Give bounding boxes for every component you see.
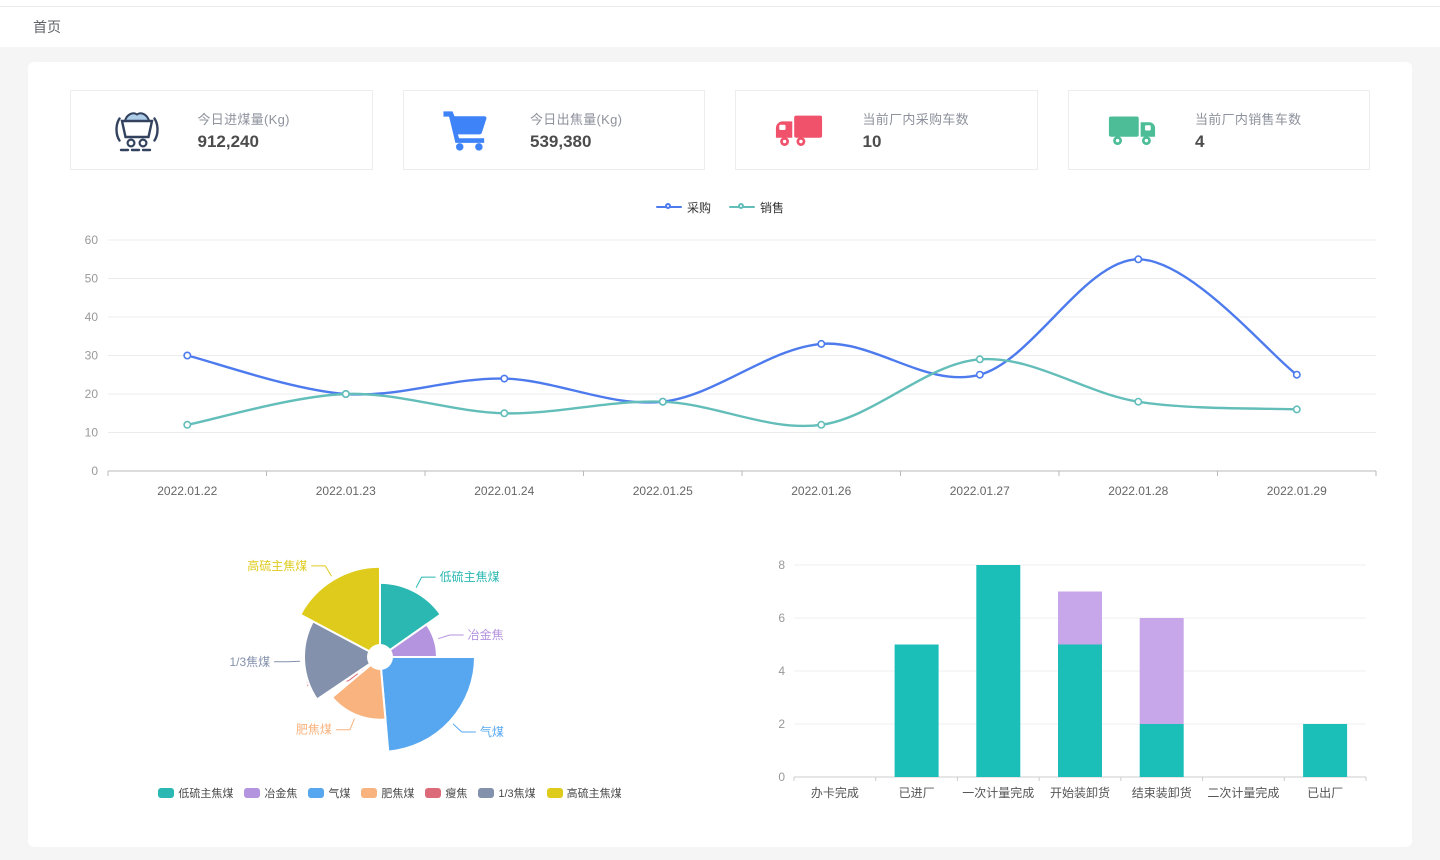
legend-label: 气煤 (328, 785, 350, 801)
svg-text:一次计量完成: 一次计量完成 (962, 785, 1034, 800)
legend-label: 高硫主焦煤 (567, 785, 622, 801)
pie-legend-item[interactable]: 肥焦煤 (361, 785, 414, 801)
purchase-truck-icon (774, 110, 834, 150)
legend-label: 销售 (760, 199, 784, 216)
svg-text:30: 30 (85, 349, 99, 363)
pie-legend-item[interactable]: 低硫主焦煤 (158, 785, 233, 801)
legend-label: 肥焦煤 (381, 785, 414, 801)
legend-label: 瘦焦 (445, 785, 467, 801)
svg-text:二次计量完成: 二次计量完成 (1207, 785, 1279, 800)
legend-label: 冶金焦 (264, 785, 297, 801)
legend-swatch-icon (158, 788, 174, 798)
legend-label: 低硫主焦煤 (178, 785, 233, 801)
svg-text:2022.01.24: 2022.01.24 (474, 484, 534, 498)
pie-legend-item[interactable]: 瘦焦 (425, 785, 467, 801)
legend-swatch-icon (308, 788, 324, 798)
svg-text:已出厂: 已出厂 (1307, 786, 1343, 800)
svg-text:4: 4 (778, 664, 785, 678)
pie-legend-item[interactable]: 气煤 (308, 785, 350, 801)
vehicle-status-bar-chart: 0 2 4 6 8 办卡完成 已进厂 一次计量完成 开始装卸货 结束装卸货二次计量完成 已出厂 (754, 547, 1384, 809)
purchase-sales-line-chart: 采购 销售 0 10 20 30 40 50 60 2022.01.22 2022.01.23 20… (50, 198, 1390, 511)
pie-chart-legend: 低硫主焦煤 冶金焦 气煤 肥焦煤 瘦焦 1/3焦煤 高硫主焦煤 (50, 785, 730, 801)
svg-text:2022.01.22: 2022.01.22 (157, 484, 217, 498)
legend-swatch-icon (361, 788, 377, 798)
main-panel: 今日进煤量(Kg) 912,240 今日出焦量(Kg) 539,380 (28, 62, 1412, 847)
stat-card-coke-out: 今日出焦量(Kg) 539,380 (403, 90, 706, 170)
stat-card-purchase-trucks: 当前厂内采购车数 10 (735, 90, 1038, 170)
stat-card-label: 今日出焦量(Kg) (530, 109, 690, 128)
stat-card-value: 4 (1195, 132, 1355, 152)
svg-text:2: 2 (778, 717, 785, 731)
svg-text:2022.01.29: 2022.01.29 (1267, 484, 1327, 498)
shopping-cart-icon (442, 108, 502, 152)
stat-card-label: 当前厂内采购车数 (863, 109, 1023, 128)
legend-swatch-icon (244, 788, 260, 798)
stat-card-value: 10 (863, 132, 1023, 152)
pie-chart-canvas: 低硫主焦煤冶金焦气煤肥焦煤瘦焦1/3焦煤高硫主焦煤 (50, 547, 730, 769)
pie-legend-item[interactable]: 1/3焦煤 (478, 785, 535, 801)
svg-text:气煤: 气煤 (480, 724, 504, 739)
breadcrumb: 首页 (0, 7, 1440, 47)
sales-truck-icon (1107, 110, 1167, 150)
svg-text:6: 6 (778, 611, 785, 625)
line-chart-canvas: 0 10 20 30 40 50 60 2022.01.22 2022.01.23 2022.01… (50, 226, 1390, 511)
svg-text:0: 0 (91, 464, 98, 478)
line-legend-item[interactable]: 销售 (729, 199, 784, 216)
stats-row: 今日进煤量(Kg) 912,240 今日出焦量(Kg) 539,380 (70, 90, 1370, 170)
bar-chart-canvas: 0 2 4 6 8 办卡完成 已进厂 一次计量完成 开始装卸货 结束装卸货二次计量完成 已出厂 (754, 551, 1374, 809)
legend-swatch-icon (547, 788, 563, 798)
svg-text:60: 60 (85, 233, 99, 247)
line-legend-item[interactable]: 采购 (656, 199, 711, 216)
svg-text:高硫主焦煤: 高硫主焦煤 (247, 558, 307, 573)
pie-legend-item[interactable]: 冶金焦 (244, 785, 297, 801)
page-content: 今日进煤量(Kg) 912,240 今日出焦量(Kg) 539,380 (0, 47, 1440, 859)
svg-text:开始装卸货: 开始装卸货 (1050, 785, 1110, 800)
svg-text:50: 50 (85, 272, 99, 286)
svg-text:冶金焦: 冶金焦 (468, 627, 504, 642)
svg-text:肥焦煤: 肥焦煤 (296, 723, 332, 737)
stat-card-label: 当前厂内销售车数 (1195, 109, 1355, 128)
svg-text:2022.01.23: 2022.01.23 (316, 484, 376, 498)
legend-label: 1/3焦煤 (498, 785, 535, 801)
svg-text:2022.01.25: 2022.01.25 (633, 484, 693, 498)
legend-swatch-icon (425, 788, 441, 798)
svg-text:结束装卸货: 结束装卸货 (1132, 785, 1192, 800)
legend-line-marker-icon (656, 203, 682, 212)
line-chart-legend: 采购 销售 (50, 198, 1390, 216)
bottom-charts-row: 低硫主焦煤冶金焦气煤肥焦煤瘦焦1/3焦煤高硫主焦煤 低硫主焦煤冶金焦气煤肥焦煤瘦… (50, 547, 1390, 809)
svg-text:2022.01.28: 2022.01.28 (1108, 484, 1168, 498)
stat-card-coal-in: 今日进煤量(Kg) 912,240 (70, 90, 373, 170)
top-border-strip (0, 0, 1440, 7)
stat-card-value: 912,240 (198, 132, 358, 152)
stat-card-sales-trucks: 当前厂内销售车数 4 (1068, 90, 1371, 170)
svg-text:已进厂: 已进厂 (899, 786, 935, 800)
svg-text:办卡完成: 办卡完成 (811, 785, 859, 800)
coal-type-rose-pie-chart: 低硫主焦煤冶金焦气煤肥焦煤瘦焦1/3焦煤高硫主焦煤 低硫主焦煤冶金焦气煤肥焦煤瘦… (50, 547, 730, 809)
legend-swatch-icon (478, 788, 494, 798)
svg-text:8: 8 (778, 558, 785, 572)
svg-text:20: 20 (85, 387, 99, 401)
svg-text:40: 40 (85, 310, 99, 324)
legend-label: 采购 (687, 199, 711, 216)
svg-text:2022.01.26: 2022.01.26 (791, 484, 851, 498)
stat-card-value: 539,380 (530, 132, 690, 152)
svg-text:2022.01.27: 2022.01.27 (950, 484, 1010, 498)
mine-cart-icon (109, 107, 169, 154)
svg-text:0: 0 (778, 770, 785, 784)
breadcrumb-home-link[interactable]: 首页 (33, 17, 61, 37)
stat-card-label: 今日进煤量(Kg) (198, 109, 358, 128)
svg-text:1/3焦煤: 1/3焦煤 (229, 655, 270, 669)
svg-text:低硫主焦煤: 低硫主焦煤 (440, 569, 500, 584)
legend-line-marker-icon (729, 203, 755, 212)
svg-text:10: 10 (85, 426, 99, 440)
pie-legend-item[interactable]: 高硫主焦煤 (547, 785, 622, 801)
